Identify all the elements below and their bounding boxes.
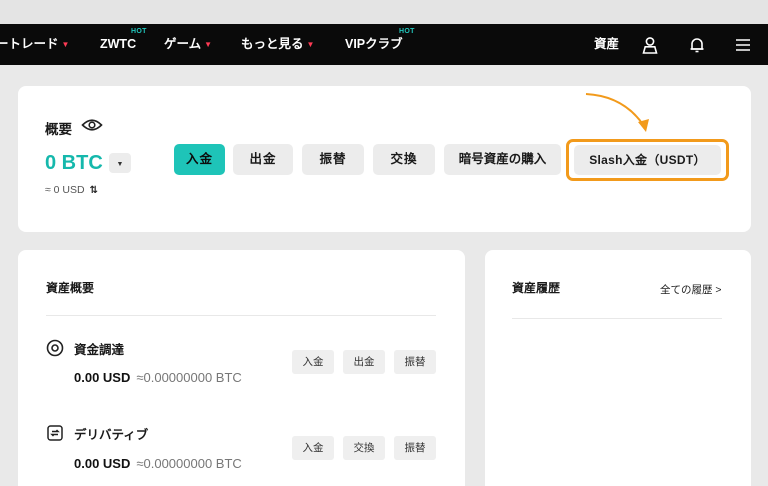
derivatives-exchange-button[interactable]: 交換 xyxy=(343,436,385,460)
nav-assets-link[interactable]: 資産 xyxy=(594,24,619,65)
browser-top-strip xyxy=(0,0,768,24)
funding-usd-value: 0.00 USD xyxy=(74,370,131,385)
nav-item-trade-label: ートレード xyxy=(0,37,59,51)
nav-item-more[interactable]: もっと見る ▼ xyxy=(241,24,314,65)
funding-account-value: 0.00 USD ≈0.00000000 BTC xyxy=(74,370,242,385)
buy-crypto-button[interactable]: 暗号資産の購入 xyxy=(444,144,561,175)
funding-transfer-button[interactable]: 振替 xyxy=(394,350,436,374)
nav-item-more-label: もっと見る xyxy=(241,37,304,51)
top-navbar: ートレード ▼ ZWTC HOT ゲーム ▼ もっと見る ▼ VIPクラブ HOT 資… xyxy=(0,24,768,65)
nav-item-games[interactable]: ゲーム ▼ xyxy=(164,24,212,65)
funding-deposit-button[interactable]: 入金 xyxy=(292,350,334,374)
slash-deposit-button[interactable]: Slash入金（USDT） xyxy=(574,145,721,175)
overview-title: 概要 xyxy=(45,122,72,137)
hot-badge-vip: HOT xyxy=(399,28,415,35)
nav-item-trade[interactable]: ートレード ▼ xyxy=(0,24,69,65)
derivatives-usd-value: 0.00 USD xyxy=(74,456,131,471)
swap-icon[interactable]: ⇅ xyxy=(90,185,98,196)
hot-badge-zwtc: HOT xyxy=(131,28,147,35)
chevron-down-icon: ▼ xyxy=(204,40,213,49)
slash-deposit-highlight: Slash入金（USDT） xyxy=(566,139,729,181)
derivatives-transfer-button[interactable]: 振替 xyxy=(394,436,436,460)
derivatives-account-name: デリバティブ xyxy=(74,428,149,442)
asset-history-title: 資産履歴 xyxy=(512,281,561,295)
pointer-arrow-icon xyxy=(585,93,649,132)
divider xyxy=(46,315,436,316)
derivatives-icon xyxy=(46,424,64,442)
deposit-button[interactable]: 入金 xyxy=(174,144,225,175)
usd-equivalent: ≈ 0 USD ⇅ xyxy=(45,184,98,196)
funding-withdraw-button[interactable]: 出金 xyxy=(343,350,385,374)
asset-overview-title: 資産概要 xyxy=(46,281,95,295)
usd-equivalent-text: ≈ 0 USD xyxy=(45,184,85,196)
all-history-link[interactable]: 全ての履歴 > xyxy=(660,282,722,297)
nav-item-zwtc-label: ZWTC xyxy=(100,37,137,51)
nav-item-games-label: ゲーム xyxy=(164,37,202,51)
derivatives-account-value: 0.00 USD ≈0.00000000 BTC xyxy=(74,456,242,471)
nav-item-vip-label: VIPクラブ xyxy=(345,37,403,51)
transfer-button[interactable]: 振替 xyxy=(302,144,364,175)
funding-btc-value: ≈0.00000000 BTC xyxy=(136,370,242,385)
menu-icon[interactable] xyxy=(733,35,753,55)
funding-icon xyxy=(46,339,64,357)
bell-icon[interactable] xyxy=(687,35,707,55)
chevron-down-icon: ▼ xyxy=(61,40,70,49)
divider xyxy=(512,318,722,319)
eye-icon[interactable] xyxy=(81,117,103,133)
derivatives-btc-value: ≈0.00000000 BTC xyxy=(136,456,242,471)
derivatives-deposit-button[interactable]: 入金 xyxy=(292,436,334,460)
exchange-button[interactable]: 交換 xyxy=(373,144,435,175)
balance-value: 0 BTC xyxy=(45,152,103,174)
currency-dropdown[interactable]: ▼ xyxy=(109,153,131,173)
chevron-down-icon: ▼ xyxy=(306,40,315,49)
user-icon[interactable] xyxy=(640,35,660,55)
nav-item-vip[interactable]: VIPクラブ xyxy=(345,24,403,65)
withdraw-button[interactable]: 出金 xyxy=(233,144,293,175)
funding-account-name: 資金調達 xyxy=(74,343,125,357)
chevron-down-icon: ▼ xyxy=(116,161,124,168)
